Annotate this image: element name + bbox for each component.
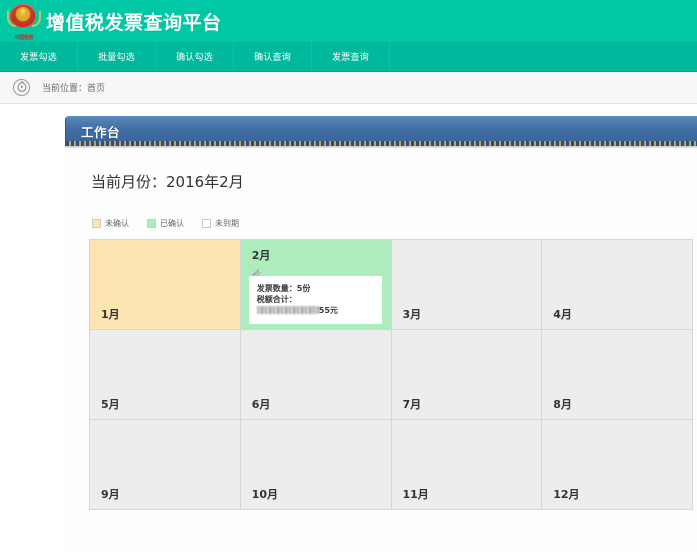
month-label-1: 1月 <box>101 308 120 321</box>
tax-amount-masked: ██████████ <box>256 306 319 314</box>
page-title: 增值税发票查询平台 <box>46 11 222 34</box>
month-label-12: 12月 <box>553 488 580 501</box>
month-cell-9[interactable]: 9月 <box>90 420 241 510</box>
nav-item-confirm-query[interactable]: 确认查询 <box>234 42 312 71</box>
month-cell-6[interactable]: 6月 <box>240 330 392 420</box>
panel-body: 当前月份：2016年2月 未确认 已确认 未到期 1月 2月 发票数量：5份 税… <box>65 149 697 554</box>
nav-item-invoice-query[interactable]: 发票查询 <box>312 42 390 71</box>
panel-dotted-edge <box>66 141 697 146</box>
month-cell-3[interactable]: 3月 <box>391 240 543 330</box>
panel-title: 工作台 <box>81 125 121 140</box>
tax-total-line: 税额合计： <box>256 295 297 304</box>
month-label-7: 7月 <box>402 398 422 411</box>
month-label-4: 4月 <box>553 308 572 321</box>
month-label-11: 11月 <box>402 488 429 501</box>
month-cell-1[interactable]: 1月 <box>90 240 241 330</box>
nav-item-invoice-select[interactable]: 发票勾选 <box>0 42 78 71</box>
main-nav: 发票勾选 批量勾选 确认勾选 确认查询 发票查询 <box>0 42 697 72</box>
breadcrumb: 当前位置：首页 <box>0 72 697 104</box>
page-body: 工作台 当前月份：2016年2月 未确认 已确认 未到期 1月 2月 发票数量：… <box>0 104 697 554</box>
emblem-label: 中国税务 <box>14 34 34 41</box>
invoice-count-line: 发票数量：5份 <box>256 284 311 293</box>
month-cell-2[interactable]: 2月 发票数量：5份 税额合计： ██████████55元 <box>240 240 392 330</box>
legend-swatch-confirmed <box>147 219 156 228</box>
breadcrumb-text: 当前位置：首页 <box>42 84 106 94</box>
month-cell-8[interactable]: 8月 <box>542 330 693 420</box>
month-label-10: 10月 <box>251 488 279 501</box>
month-calendar: 1月 2月 发票数量：5份 税额合计： ██████████55元 3月 <box>89 239 693 510</box>
month-label-5: 5月 <box>101 398 120 411</box>
legend-item-confirmed: 已确认 <box>147 218 184 229</box>
tax-amount-line: ██████████55元 <box>256 305 374 316</box>
emblem-star-icon: ★ <box>19 6 28 17</box>
legend-item-unconfirmed: 未确认 <box>92 218 129 229</box>
app-header: ★ 中国税务 增值税发票查询平台 <box>0 0 697 42</box>
month-label-8: 8月 <box>553 398 572 411</box>
month-label-6: 6月 <box>251 398 271 411</box>
nav-item-confirm-select[interactable]: 确认勾选 <box>156 42 234 71</box>
legend-label-unconfirmed: 未确认 <box>105 219 129 228</box>
current-month-label: 当前月份：2016年2月 <box>91 173 244 191</box>
workbench-panel: 工作台 当前月份：2016年2月 未确认 已确认 未到期 1月 2月 发票数量：… <box>65 116 697 554</box>
month-label-9: 9月 <box>101 488 120 501</box>
month-cell-11[interactable]: 11月 <box>391 420 543 510</box>
month-label-3: 3月 <box>402 308 422 321</box>
nav-item-batch-select[interactable]: 批量勾选 <box>78 42 156 71</box>
month-cell-10[interactable]: 10月 <box>240 420 392 510</box>
location-pin-icon <box>13 79 30 96</box>
national-emblem-icon: ★ 中国税务 <box>6 2 42 41</box>
legend-label-confirmed: 已确认 <box>160 219 184 228</box>
legend-swatch-pending <box>202 219 211 228</box>
status-legend: 未确认 已确认 未到期 <box>92 218 697 229</box>
legend-label-pending: 未到期 <box>215 219 239 228</box>
legend-item-pending: 未到期 <box>202 218 239 229</box>
panel-header: 工作台 <box>65 116 697 146</box>
month-label-2: 2月 <box>251 249 271 262</box>
month-cell-7[interactable]: 7月 <box>391 330 543 420</box>
legend-swatch-unconfirmed <box>92 219 101 228</box>
month-cell-5[interactable]: 5月 <box>90 330 241 420</box>
month-cell-12[interactable]: 12月 <box>542 420 693 510</box>
month-cell-4[interactable]: 4月 <box>542 240 693 330</box>
invoice-detail-card: 发票数量：5份 税额合计： ██████████55元 <box>248 276 382 324</box>
tax-amount-suffix: 55元 <box>318 306 338 315</box>
